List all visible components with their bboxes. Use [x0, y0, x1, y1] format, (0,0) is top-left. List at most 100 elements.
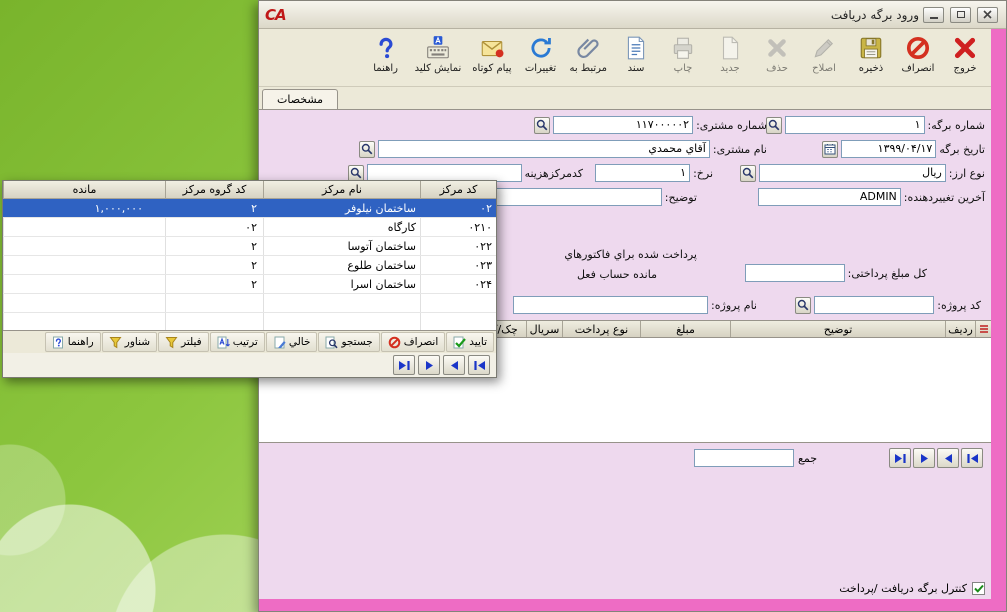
tab-specifications[interactable]: مشخصات: [262, 89, 338, 109]
center-group-cell[interactable]: ۰۲: [165, 218, 263, 236]
customer-name-input[interactable]: آقاي محمدي: [378, 140, 710, 158]
new-button[interactable]: جدید: [707, 31, 753, 85]
project-code-lookup-button[interactable]: [795, 297, 811, 314]
column-header-description[interactable]: توضیح: [730, 321, 945, 337]
center-balance-cell[interactable]: ۱,۰۰۰,۰۰۰: [3, 199, 165, 217]
sms-button[interactable]: پیام کوتاه: [467, 31, 516, 85]
center-balance-cell[interactable]: [3, 218, 165, 236]
center-name-cell[interactable]: ساختمان آتوسا: [263, 237, 420, 255]
last-modifier-input[interactable]: ADMIN: [758, 188, 901, 206]
center-code-cell[interactable]: ۰۲۱۰: [420, 218, 496, 236]
center-code-cell[interactable]: ۰۲۳: [420, 256, 496, 274]
filter-button[interactable]: فیلتر: [158, 332, 209, 352]
cancel-lookup-button[interactable]: انصراف: [381, 332, 446, 352]
project-name-input[interactable]: [513, 296, 708, 314]
voucher-number-input[interactable]: ۱: [785, 116, 925, 134]
search-icon: [536, 119, 548, 131]
nav-first-button[interactable]: [961, 448, 983, 468]
rate-field: نرخ: ۱: [595, 164, 713, 182]
column-header-center-group[interactable]: کد گروه مرکز: [165, 181, 263, 198]
column-header-amount[interactable]: مبلغ: [640, 321, 730, 337]
exit-button[interactable]: خروج: [942, 31, 988, 85]
sum-input[interactable]: [694, 449, 794, 467]
center-row[interactable]: ۰۲۳ ساختمان طلوع ۲: [3, 256, 496, 275]
center-balance-cell[interactable]: [3, 237, 165, 255]
bottom-gap: [259, 473, 991, 577]
column-header-center-code[interactable]: کد مرکز: [420, 181, 496, 198]
customer-name-lookup-button[interactable]: [359, 141, 375, 158]
help-button[interactable]: راهنما: [363, 31, 409, 85]
clear-button[interactable]: خالي: [266, 332, 318, 352]
nav-prev-button[interactable]: [937, 448, 959, 468]
center-group-cell[interactable]: ۲: [165, 275, 263, 293]
center-balance-cell[interactable]: [3, 256, 165, 274]
lookup-help-button[interactable]: راهنما: [45, 332, 101, 352]
lookup-grid-rows: ۰۲ ساختمان نیلوفر ۲ ۱,۰۰۰,۰۰۰ ۰۲۱۰ کارگا…: [3, 199, 496, 330]
center-row[interactable]: ۰۲۲ ساختمان آتوسا ۲: [3, 237, 496, 256]
close-button[interactable]: [977, 7, 998, 23]
control-checkbox[interactable]: [972, 582, 985, 595]
empty-row: [3, 313, 496, 330]
grid-menu-icon[interactable]: [975, 321, 991, 337]
minimize-button[interactable]: [923, 7, 944, 23]
print-button[interactable]: چاپ: [660, 31, 706, 85]
center-row[interactable]: ۰۲۱۰ کارگاه ۰۲: [3, 218, 496, 237]
confirm-button[interactable]: تایید: [446, 332, 494, 352]
center-code-cell[interactable]: ۰۲۲: [420, 237, 496, 255]
delete-button[interactable]: حذف: [754, 31, 800, 85]
center-name-cell[interactable]: کارگاه: [263, 218, 420, 236]
changes-button[interactable]: تغییرات: [518, 31, 564, 85]
rate-input[interactable]: ۱: [595, 164, 690, 182]
center-name-cell[interactable]: ساختمان طلوع: [263, 256, 420, 274]
save-button[interactable]: ذخیره: [848, 31, 894, 85]
column-header-center-name[interactable]: نام مرکز: [263, 181, 420, 198]
nav-next-icon: [423, 360, 436, 371]
cancel-button[interactable]: انصراف: [895, 31, 941, 85]
lookup-nav-last-button[interactable]: [393, 355, 415, 375]
center-group-cell[interactable]: ۲: [165, 256, 263, 274]
customer-number-input[interactable]: ۱۱۷۰۰۰۰۰۲: [553, 116, 693, 134]
nav-last-icon: [398, 360, 411, 371]
column-header-payment-type[interactable]: نوع پرداخت: [562, 321, 640, 337]
lookup-nav-next-button[interactable]: [418, 355, 440, 375]
calendar-button[interactable]: [822, 141, 838, 158]
column-header-serial[interactable]: سریال: [526, 321, 562, 337]
column-header-row[interactable]: ردیف: [945, 321, 975, 337]
center-code-cell[interactable]: ۰۲۴: [420, 275, 496, 293]
center-group-cell[interactable]: ۲: [165, 199, 263, 217]
center-code-cell[interactable]: ۰۲: [420, 199, 496, 217]
search-icon: [350, 167, 362, 179]
total-paid-input[interactable]: [745, 264, 845, 282]
customer-number-lookup-button[interactable]: [534, 117, 550, 134]
center-row[interactable]: ۰۲۴ ساختمان اسرا ۲: [3, 275, 496, 294]
document-button[interactable]: سند: [613, 31, 659, 85]
currency-lookup-button[interactable]: [740, 165, 756, 182]
voucher-number-lookup-button[interactable]: [766, 117, 782, 134]
center-name-cell[interactable]: ساختمان اسرا: [263, 275, 420, 293]
show-key-button[interactable]: نمایش کلید: [410, 31, 467, 85]
search-button[interactable]: جستجو: [318, 332, 379, 352]
exit-icon: [952, 35, 978, 61]
lookup-nav-first-button[interactable]: [468, 355, 490, 375]
column-header-balance[interactable]: مانده: [3, 181, 165, 198]
voucher-date-input[interactable]: ۱۳۹۹/۰۴/۱۷: [841, 140, 936, 158]
project-name-field: نام پروژه:: [513, 296, 757, 314]
nav-last-button[interactable]: [889, 448, 911, 468]
nav-next-button[interactable]: [913, 448, 935, 468]
sort-button[interactable]: ترتیب: [210, 332, 265, 352]
float-button[interactable]: شناور: [102, 332, 157, 352]
related-to-button[interactable]: مرتبط به: [565, 31, 613, 85]
currency-input[interactable]: ریال: [759, 164, 946, 182]
voucher-date-label: تاریخ برگه: [939, 143, 985, 156]
cost-center-lookup-button[interactable]: [348, 165, 364, 182]
maximize-button[interactable]: [950, 7, 971, 23]
titlebar[interactable]: CA ورود برگه دریافت: [259, 1, 1006, 29]
center-group-cell[interactable]: ۲: [165, 237, 263, 255]
edit-button[interactable]: اصلاح: [801, 31, 847, 85]
center-row[interactable]: ۰۲ ساختمان نیلوفر ۲ ۱,۰۰۰,۰۰۰: [3, 199, 496, 218]
project-code-input[interactable]: [814, 296, 934, 314]
center-balance-cell[interactable]: [3, 275, 165, 293]
record-navigator: [889, 448, 983, 468]
lookup-nav-prev-button[interactable]: [443, 355, 465, 375]
center-name-cell[interactable]: ساختمان نیلوفر: [263, 199, 420, 217]
